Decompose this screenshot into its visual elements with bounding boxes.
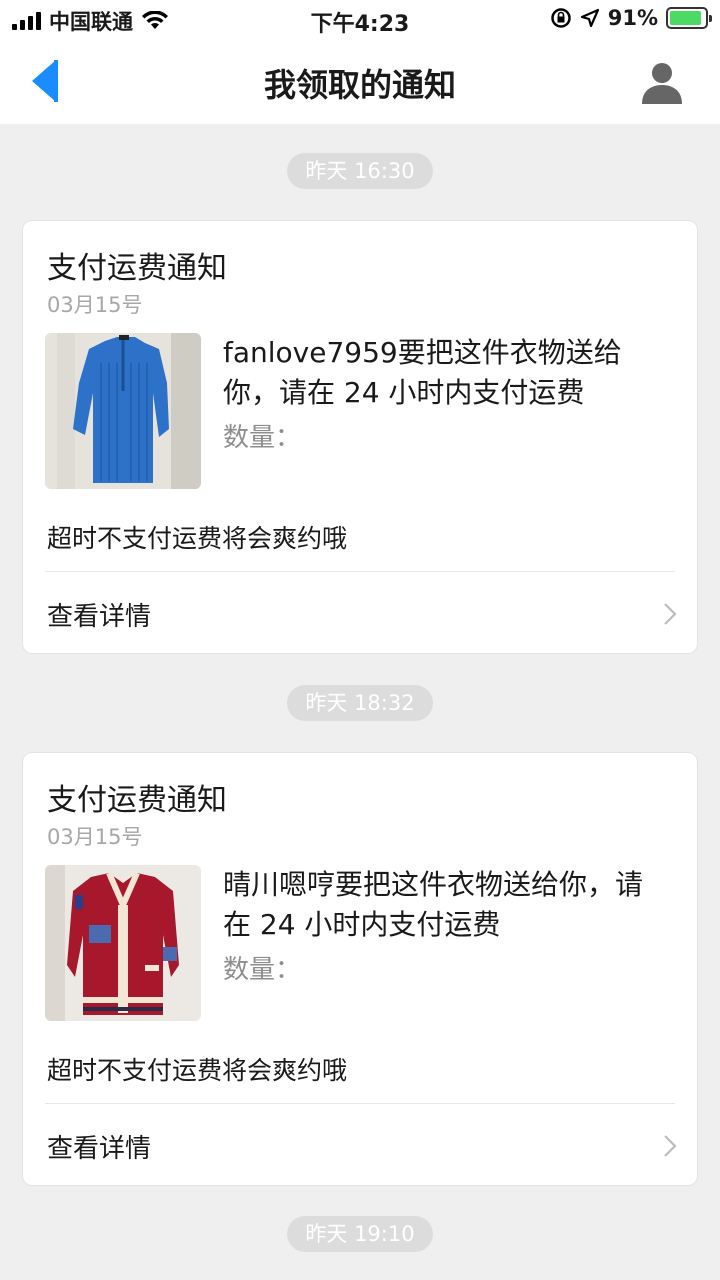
view-details-label: 查看详情 [47,1134,152,1164]
card-warning: 超时不支付运费将会爽约哦 [47,524,348,553]
page-title: 我领取的通知 [263,66,456,104]
rotation-lock-icon [550,8,571,28]
view-details-button[interactable]: 查看详情 [23,1104,697,1186]
card-date: 03月15号 [47,293,143,317]
card-date: 03月15号 [47,825,143,849]
battery-icon [666,7,712,29]
status-bar: 中国联通 下午4:23 91% [0,0,720,40]
user-profile-icon[interactable] [638,58,686,106]
card-warning: 超时不支付运费将会爽约哦 [47,1056,348,1085]
nav-bar: 我领取的通知 [0,40,720,124]
card-quantity-label: 数量： [223,423,302,453]
card-quantity-label: 数量： [223,955,302,985]
status-right: 91% [550,6,712,30]
timestamp-pill: 昨天 19:10 [287,1216,433,1252]
card-title: 支付运费通知 [47,251,227,286]
timestamp-pill: 昨天 18:32 [287,685,433,721]
location-arrow-icon [580,8,599,28]
card-message: fanlove7959要把这件衣物送给你，请在 24 小时内支付运费 [223,336,622,409]
battery-percent: 91% [607,6,658,30]
notification-card: 支付运费通知 03月15号 晴川嗯哼要把这件衣物送给你，请在 24 小时内支付运… [22,752,698,1186]
view-details-button[interactable]: 查看详情 [23,572,697,654]
blue-knit-dress-image[interactable] [45,333,201,489]
view-details-label: 查看详情 [47,602,152,632]
battery-fill [670,11,701,25]
card-title: 支付运费通知 [47,783,227,818]
card-message: 晴川嗯哼要把这件衣物送给你，请在 24 小时内支付运费 [223,868,644,941]
chevron-right-icon [664,603,677,625]
timestamp-pill: 昨天 16:30 [287,153,433,189]
red-cardigan-image[interactable] [45,865,201,1021]
chevron-right-icon [664,1135,677,1157]
notification-card: 支付运费通知 03月15号 fanlove7959要把这件衣物送给你，请在 24… [22,220,698,654]
